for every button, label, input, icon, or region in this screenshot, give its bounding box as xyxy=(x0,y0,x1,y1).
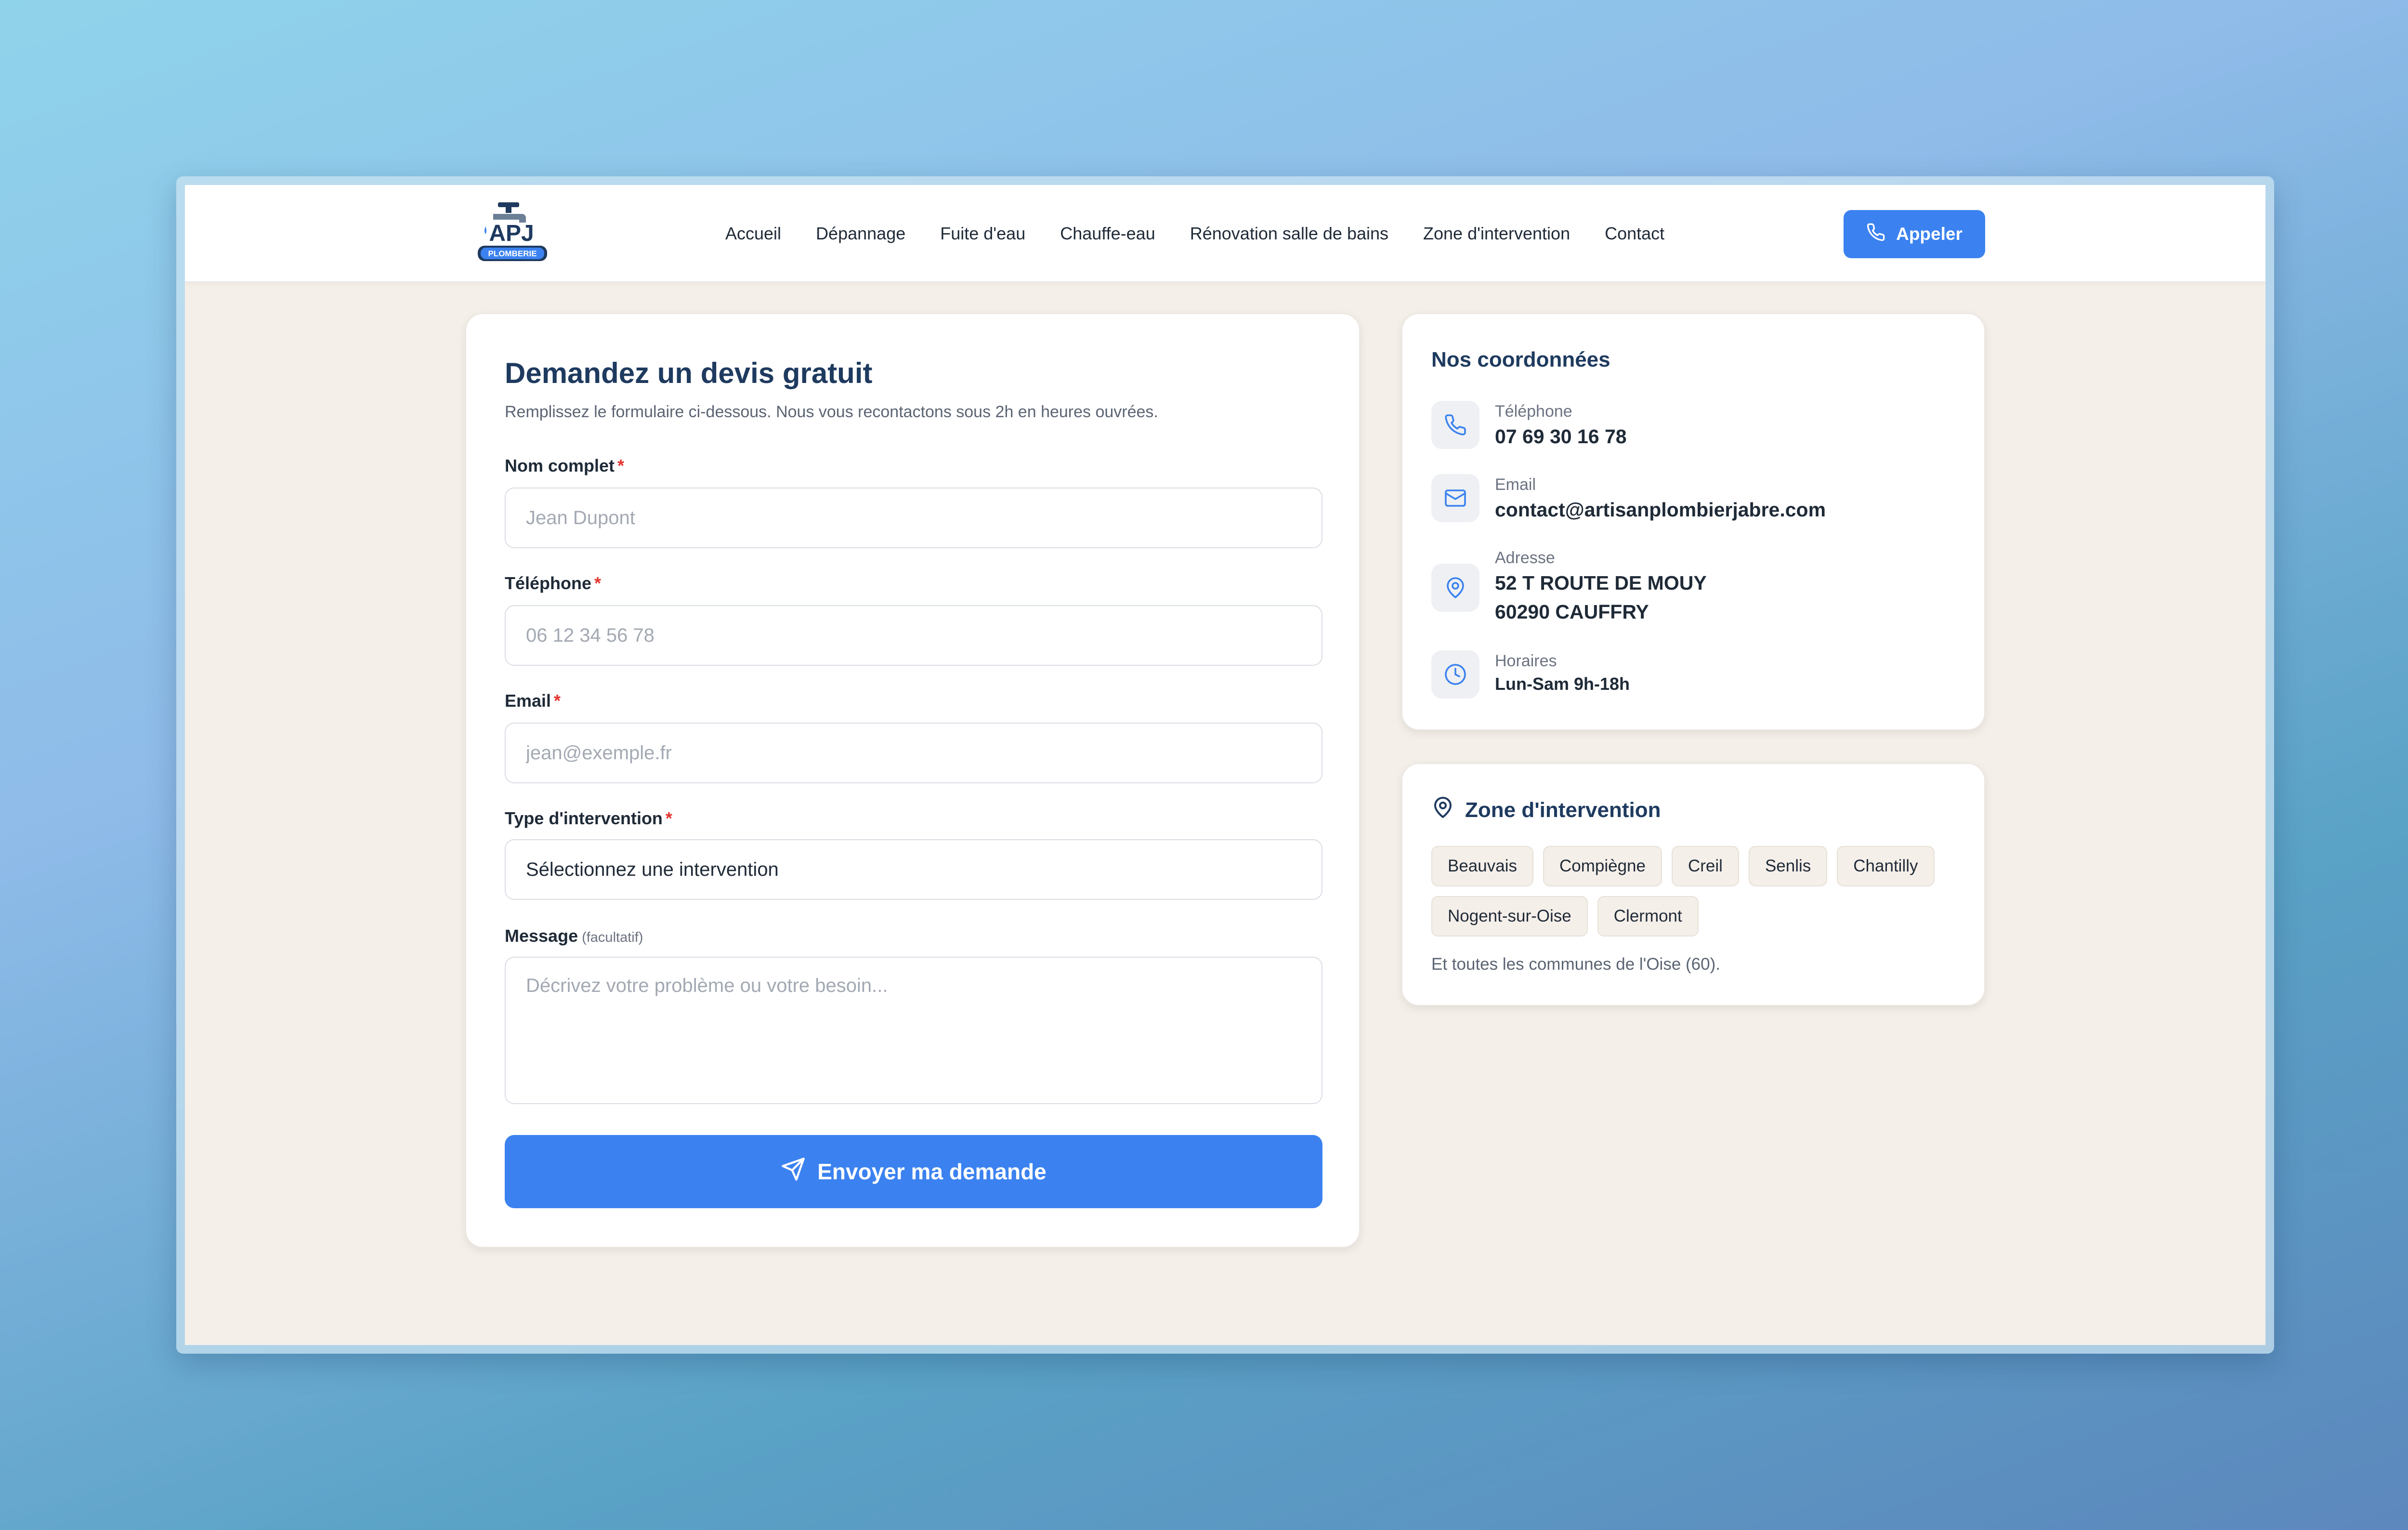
required-mark: * xyxy=(554,691,561,711)
city-chip[interactable]: Compiègne xyxy=(1543,846,1662,886)
main-nav: Accueil Dépannage Fuite d'eau Chauffe-ea… xyxy=(725,185,1699,282)
city-chip[interactable]: Senlis xyxy=(1748,846,1828,886)
zone-heading: Zone d'intervention xyxy=(1431,796,1661,824)
phone-icon xyxy=(1431,401,1479,449)
email-input[interactable] xyxy=(505,723,1322,783)
send-icon xyxy=(781,1157,806,1187)
phone-value[interactable]: 07 69 30 16 78 xyxy=(1495,422,1627,451)
contact-address-row: Adresse 52 T ROUTE DE MOUY 60290 CAUFFRY xyxy=(1431,547,1707,626)
mail-icon xyxy=(1431,474,1479,522)
phone-label: Téléphone xyxy=(1495,402,1572,421)
nav-link-accueil[interactable]: Accueil xyxy=(725,224,781,244)
map-pin-icon xyxy=(1431,796,1454,824)
top-navbar: APJ PLOMBERIE Accueil Dépannage Fuite d'… xyxy=(185,185,2265,282)
clock-icon xyxy=(1431,650,1479,699)
city-chip[interactable]: Chantilly xyxy=(1837,846,1935,886)
phone-icon xyxy=(1866,223,1885,246)
nav-link-fuite-eau[interactable]: Fuite d'eau xyxy=(940,224,1025,244)
intervention-type-label: Type d'intervention * xyxy=(505,808,672,828)
email-value[interactable]: contact@artisanplombierjabre.com xyxy=(1495,495,1826,524)
intervention-type-value: Sélectionnez une intervention xyxy=(526,858,779,880)
nav-link-zone[interactable]: Zone d'intervention xyxy=(1423,224,1570,244)
message-label: Message (facultatif) xyxy=(505,926,643,946)
call-button-label: Appeler xyxy=(1896,224,1963,244)
browser-window-frame: APJ PLOMBERIE Accueil Dépannage Fuite d'… xyxy=(176,176,2274,1354)
address-label: Adresse xyxy=(1495,549,1555,567)
submit-button-label: Envoyer ma demande xyxy=(817,1159,1047,1184)
nav-link-renovation[interactable]: Rénovation salle de bains xyxy=(1190,224,1388,244)
city-chip[interactable]: Creil xyxy=(1671,846,1739,886)
phone-input[interactable] xyxy=(505,605,1322,666)
form-subtitle: Remplissez le formulaire ci-dessous. Nou… xyxy=(505,403,1158,421)
nav-link-contact[interactable]: Contact xyxy=(1605,224,1664,244)
hours-value: Lun-Sam 9h-18h xyxy=(1495,674,1630,694)
submit-request-button[interactable]: Envoyer ma demande xyxy=(505,1135,1322,1208)
required-mark: * xyxy=(594,573,602,593)
nav-link-chauffe-eau[interactable]: Chauffe-eau xyxy=(1060,224,1155,244)
contact-heading: Nos coordonnées xyxy=(1431,348,1610,371)
email-label: Email * xyxy=(505,691,561,711)
contact-hours-row: Horaires Lun-Sam 9h-18h xyxy=(1431,650,1630,699)
phone-label: Téléphone * xyxy=(505,573,602,593)
contact-phone-row: Téléphone 07 69 30 16 78 xyxy=(1431,401,1627,451)
map-pin-icon xyxy=(1431,564,1479,612)
contact-email-row: Email contact@artisanplombierjabre.com xyxy=(1431,474,1826,524)
quote-form-card: Demandez un devis gratuit Remplissez le … xyxy=(465,313,1360,1248)
name-label: Nom complet * xyxy=(505,456,625,475)
email-label: Email xyxy=(1495,475,1536,494)
optional-hint: (facultatif) xyxy=(582,930,643,945)
city-chip[interactable]: Clermont xyxy=(1597,896,1699,936)
form-title: Demandez un devis gratuit xyxy=(505,357,873,389)
city-chip[interactable]: Nogent-sur-Oise xyxy=(1431,896,1588,936)
full-name-input[interactable] xyxy=(505,488,1322,548)
call-button[interactable]: Appeler xyxy=(1844,210,1985,258)
message-textarea[interactable] xyxy=(505,957,1322,1104)
city-chip[interactable]: Beauvais xyxy=(1431,846,1533,886)
hours-label: Horaires xyxy=(1495,652,1557,670)
required-mark: * xyxy=(617,456,625,475)
required-mark: * xyxy=(665,808,672,828)
intervention-type-select[interactable]: Sélectionnez une intervention xyxy=(505,839,1322,900)
address-line-1: 52 T ROUTE DE MOUY xyxy=(1495,572,1707,594)
address-line-2: 60290 CAUFFRY xyxy=(1495,601,1649,623)
svg-text:PLOMBERIE: PLOMBERIE xyxy=(488,249,537,258)
apj-plomberie-logo[interactable]: APJ PLOMBERIE xyxy=(474,199,551,264)
svg-text:APJ: APJ xyxy=(489,221,534,246)
contact-info-card: Nos coordonnées Téléphone 07 69 30 16 78… xyxy=(1401,313,1985,730)
city-chip-list: Beauvais Compiègne Creil Senlis Chantill… xyxy=(1431,846,1961,936)
service-zone-card: Zone d'intervention Beauvais Compiègne C… xyxy=(1401,763,1985,1006)
nav-link-depannage[interactable]: Dépannage xyxy=(816,224,905,244)
page-viewport: APJ PLOMBERIE Accueil Dépannage Fuite d'… xyxy=(185,185,2265,1345)
zone-note: Et toutes les communes de l'Oise (60). xyxy=(1431,955,1720,974)
